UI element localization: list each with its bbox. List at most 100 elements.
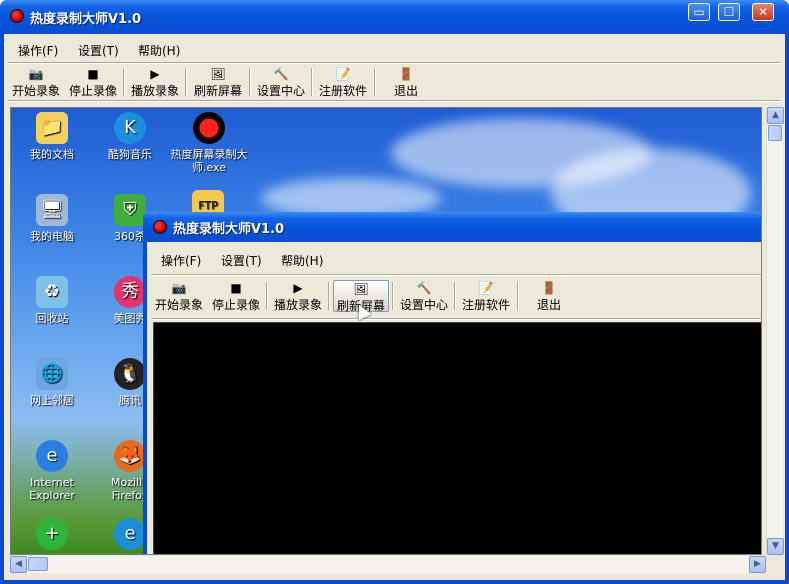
menu-operate[interactable]: 操作(F) (18, 42, 58, 59)
window-title: 热度录制大师V1.0 (30, 12, 142, 27)
shield-icon: ⛨ (114, 194, 146, 226)
start-record-label: 开始录象 (11, 84, 60, 98)
nested-tool-label: 播放录象 (273, 298, 322, 312)
stop-record-button[interactable]: ■ 停止录像 (66, 66, 120, 98)
minimize-button[interactable]: ▭ (688, 3, 710, 21)
nested-black-preview (153, 322, 761, 554)
nested-tool-label: 退出 (536, 298, 561, 312)
main-window: 热度录制大师V1.0 ▭ ☐ ✕ 操作(F) 设置(T) 帮助(H) 📷 开始录… (0, 0, 789, 584)
desktop-icon-label: Internet Explorer (29, 476, 75, 502)
play-record-label: 播放录象 (130, 84, 179, 98)
scroll-up-button[interactable]: ▲ (767, 107, 784, 124)
toolbar-separator (328, 282, 330, 310)
close-button[interactable]: ✕ (752, 3, 774, 21)
app-record-icon (10, 9, 24, 23)
toolbar-separator (454, 282, 456, 310)
picture-icon: 🖼 (353, 282, 369, 296)
toolbar-separator (392, 282, 394, 310)
camera-icon: 📷 (171, 281, 187, 295)
vertical-scroll-thumb[interactable] (768, 125, 782, 141)
nested-menu-help: 帮助(H) (281, 254, 324, 268)
nested-stop-record: ■ 停止录像 (209, 280, 263, 312)
register-label: 注册软件 (318, 84, 367, 98)
toolbar-separator-line (8, 100, 781, 102)
document-icon: 📝 (478, 281, 494, 295)
meitu-icon: 秀 (114, 276, 146, 308)
recycle-bin-icon: ♻ (36, 276, 68, 308)
desktop-icon-kugou[interactable]: K 酷狗音乐 (93, 112, 167, 161)
nested-toolbar-separator (151, 318, 761, 320)
desktop-icon-label: 360杀 (114, 230, 146, 243)
settings-center-button[interactable]: 🔨 设置中心 (254, 66, 308, 98)
tools-icon: 🔨 (273, 67, 289, 81)
desktop-icon-label: 美图秀 (113, 312, 147, 325)
screen-preview[interactable]: 📁 我的文档 K 酷狗音乐 热度屏幕录制大师.exe 🖥 我的电脑 ⛨ 360杀… (10, 107, 762, 555)
stop-record-label: 停止录像 (68, 84, 117, 98)
nested-window-preview: 热度录制大师V1.0 操作(F) 设置(T) 帮助(H) 📷 开始录象 ■ 停止… (143, 212, 761, 554)
document-icon: 📝 (335, 67, 351, 81)
register-button[interactable]: 📝 注册软件 (316, 66, 370, 98)
play-icon: ▶ (293, 281, 303, 295)
plus-icon: + (36, 518, 68, 550)
picture-icon: 🖼 (210, 67, 226, 81)
menu-bar: 操作(F) 设置(T) 帮助(H) (4, 36, 785, 62)
app-icon: e (114, 518, 146, 550)
horizontal-scrollbar[interactable]: ◀ ▶ (10, 556, 766, 573)
firefox-icon: 🦊 (114, 440, 146, 472)
nested-client-area: 操作(F) 设置(T) 帮助(H) 📷 开始录象 ■ 停止录像 ▶ 播放录象 🖼… (147, 242, 761, 554)
tools-icon: 🔨 (416, 281, 432, 295)
exit-button[interactable]: 🚪 退出 (386, 66, 426, 98)
desktop-icon-recorder-exe[interactable]: 热度屏幕录制大师.exe (169, 112, 249, 174)
desktop-icon-label: 我的电脑 (30, 230, 74, 243)
desktop-icon-my-documents[interactable]: 📁 我的文档 (15, 112, 89, 161)
exit-label: 退出 (393, 84, 418, 98)
scroll-left-button[interactable]: ◀ (10, 556, 27, 573)
desktop-icon-network[interactable]: 🌐 网上邻居 (15, 358, 89, 407)
nested-exit: 🚪 退出 (529, 280, 569, 312)
desktop-icon-label: 网上邻居 (30, 394, 74, 407)
menu-settings[interactable]: 设置(T) (78, 42, 119, 59)
desktop-icon-label: 我的文档 (30, 148, 74, 161)
toolbar-separator (266, 282, 268, 310)
qq-icon: 🐧 (114, 358, 146, 390)
toolbar: 📷 开始录象 ■ 停止录像 ▶ 播放录象 🖼 刷新屏幕 🔨 设置中心 📝 注册软… (4, 64, 785, 100)
title-bar[interactable]: 热度录制大师V1.0 ▭ ☐ ✕ (0, 0, 789, 34)
scroll-down-button[interactable]: ▼ (767, 538, 784, 555)
start-record-button[interactable]: 📷 开始录象 (10, 66, 62, 98)
desktop-icon-recycle-bin[interactable]: ♻ 回收站 (15, 276, 89, 325)
nested-tool-label: 开始录象 (154, 298, 203, 312)
exit-icon: 🚪 (541, 281, 557, 295)
desktop-icon-ie[interactable]: e Internet Explorer (15, 440, 89, 502)
desktop-icon-add[interactable]: + (15, 518, 89, 554)
computer-icon: 🖥 (36, 194, 68, 226)
desktop-icon-label: 回收站 (35, 312, 69, 325)
desktop-icon-label: 酷狗音乐 (108, 148, 152, 161)
menu-help[interactable]: 帮助(H) (138, 42, 180, 59)
desktop-icon-my-computer[interactable]: 🖥 我的电脑 (15, 194, 89, 243)
network-icon: 🌐 (36, 358, 68, 390)
refresh-screen-button[interactable]: 🖼 刷新屏幕 (190, 66, 246, 98)
record-icon (193, 112, 225, 144)
nested-tool-label: 停止录像 (211, 298, 260, 312)
play-record-button[interactable]: ▶ 播放录象 (128, 66, 182, 98)
scroll-right-button[interactable]: ▶ (749, 556, 766, 573)
app-record-icon (153, 220, 167, 234)
maximize-button[interactable]: ☐ (718, 3, 740, 21)
nested-start-record: 📷 开始录象 (153, 280, 205, 312)
horizontal-scroll-thumb[interactable] (28, 557, 48, 571)
desktop-icon-label: 热度屏幕录制大师.exe (170, 148, 248, 174)
stop-icon: ■ (230, 281, 242, 295)
settings-center-label: 设置中心 (256, 84, 305, 98)
vertical-scrollbar[interactable]: ▲ ▼ (766, 107, 784, 555)
camera-icon: 📷 (28, 67, 44, 81)
desktop-icon-label: 腾讯 (119, 394, 141, 407)
nested-window-title: 热度录制大师V1.0 (173, 222, 285, 237)
play-icon: ▶ (150, 67, 160, 81)
nested-tool-label: 注册软件 (461, 298, 510, 312)
nested-menu-separator (151, 274, 761, 276)
toolbar-separator (374, 68, 376, 96)
toolbar-separator (517, 282, 519, 310)
nested-settings-center: 🔨 设置中心 (397, 280, 451, 312)
kugou-icon: K (114, 112, 146, 144)
refresh-screen-label: 刷新屏幕 (193, 84, 242, 98)
